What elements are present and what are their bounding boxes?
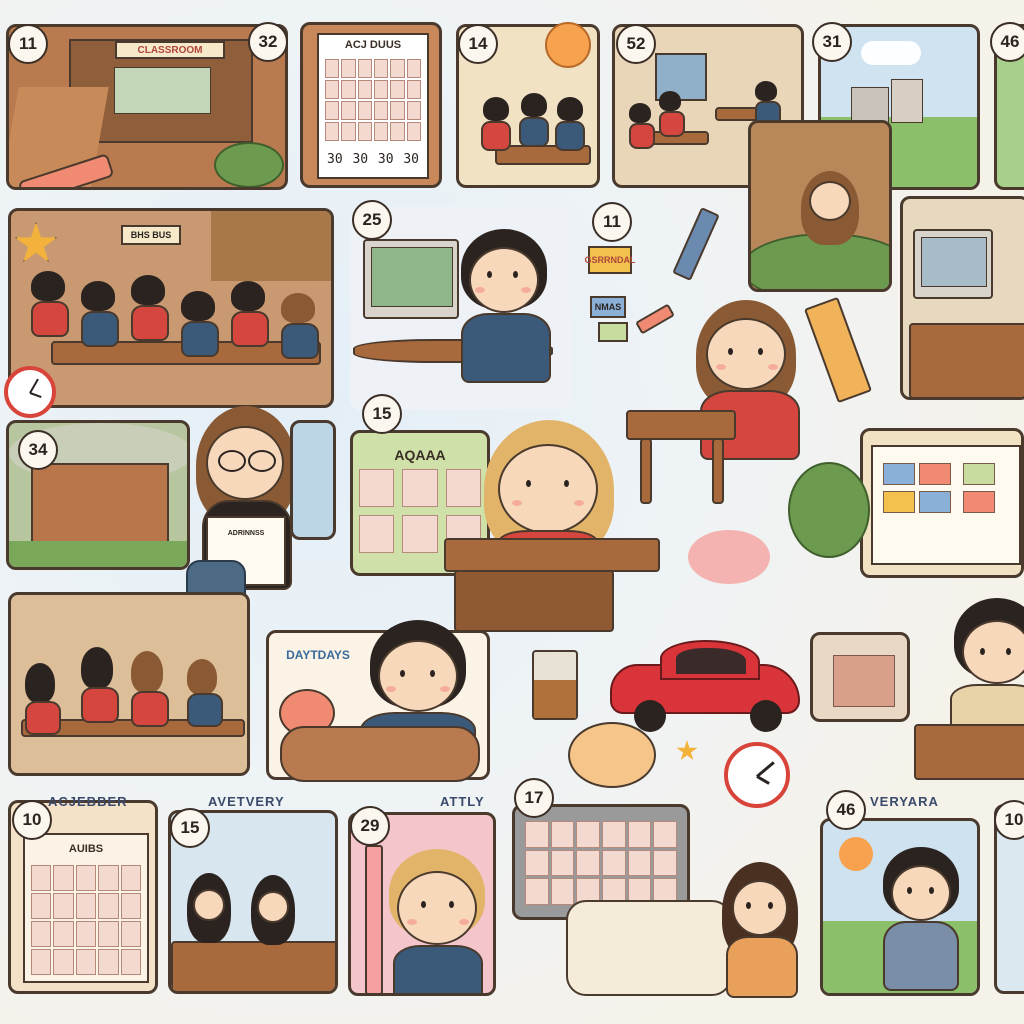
bottom-label: VERYARA [870,794,939,809]
bottom-label: ACJEBBER [48,794,128,809]
panel-boy-outdoors [820,818,980,996]
bottom-label: ATTLY [440,794,485,809]
badge-number: 15 [170,808,210,848]
badge-number: 34 [18,430,58,470]
panel-classroom-girls [8,592,250,776]
panel-classroom-wall: CLASSROOM [6,24,288,190]
badge-number: 10 [12,800,52,840]
computer-monitor [913,229,993,299]
panel-frame [810,632,910,722]
board-sign: BHS BUS [121,225,181,245]
calendar-icon: ACJ DUUS 30 30 30 30 [317,33,429,179]
panel-open-book [860,428,1024,578]
panel-computer-desk [900,196,1024,400]
car-icon [610,630,800,732]
badge-number: 46 [990,22,1024,62]
badge-number: 17 [514,778,554,818]
days-poster: DAYTDAYS [286,648,350,662]
pencil-icon [365,845,383,993]
cloud-shape [688,530,770,584]
badge-number: 46 [826,790,866,830]
calendar-icon: AUIBS [23,833,149,983]
panel-computer-boy [350,206,572,410]
panel-big-classroom: BHS BUS [8,208,334,408]
calendar-row-numbers: 30 30 30 30 [327,152,419,167]
alarm-clock-icon [724,742,790,808]
book-icon [871,445,1021,565]
computer-monitor [363,239,459,319]
badge-number: 14 [458,24,498,64]
badge-number: 29 [350,806,390,846]
badge-number: 31 [812,22,852,62]
panel-girl-bench [748,120,892,292]
panel-window-small [290,420,336,540]
sign-mid: NMAS [590,296,626,318]
sun-icon [839,837,873,871]
sun-icon [545,22,591,68]
badge-number: 32 [248,22,288,62]
badge-number: 11 [8,24,48,64]
badge-number: 15 [362,394,402,434]
doodle-shapes [568,722,656,788]
book-on-pillow [280,726,480,782]
alarm-clock-icon [4,366,56,418]
badge-number: 25 [352,200,392,240]
bottom-label: AVETVERY [208,794,285,809]
badge-number: 52 [616,24,656,64]
panel-calendar: ACJ DUUS 30 30 30 30 [300,22,442,188]
classroom-sign: CLASSROOM [115,41,225,59]
sign-left: GSRRNDAL [585,246,636,274]
bush [788,462,870,558]
badge-number: 11 [592,202,632,242]
sign-small [598,322,628,342]
book-stack [566,900,732,996]
